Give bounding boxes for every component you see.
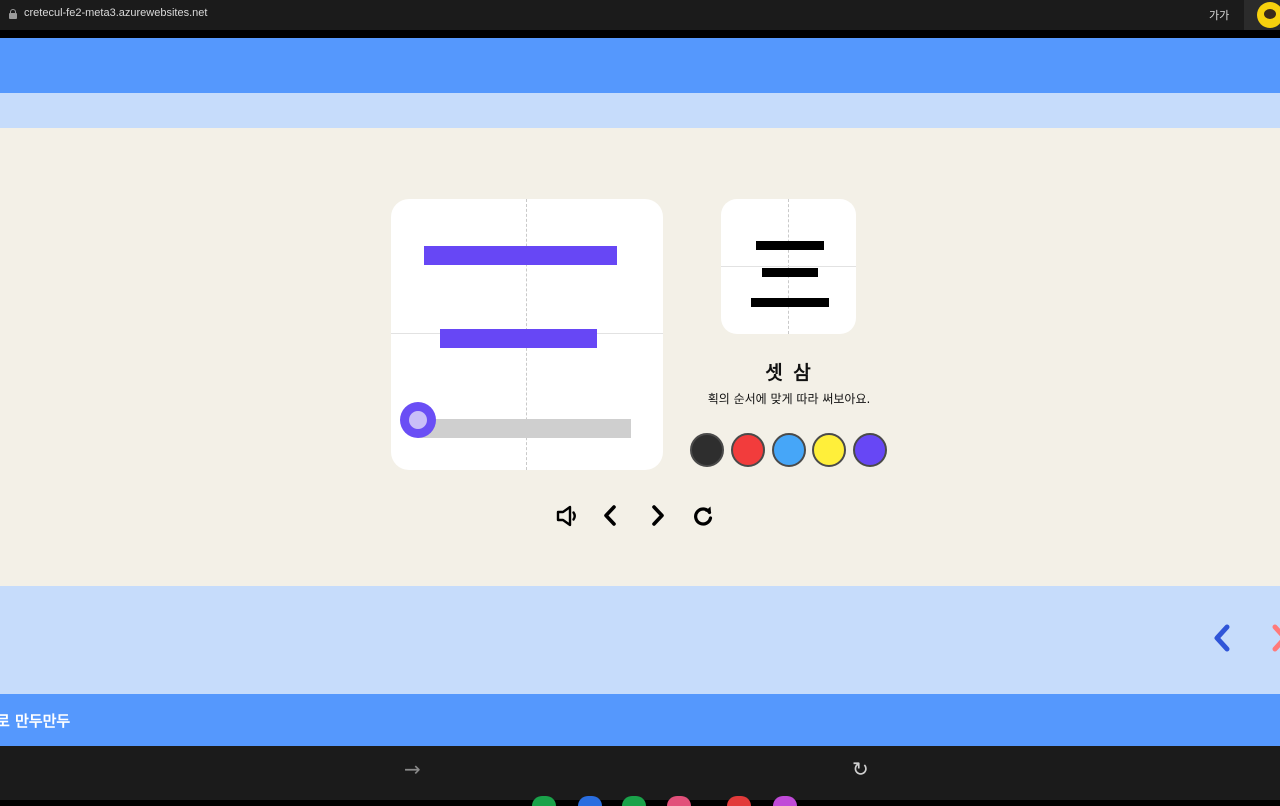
dock-app-icon[interactable] [667,796,691,806]
color-swatch-blue[interactable] [772,433,806,467]
color-swatch-yellow[interactable] [812,433,846,467]
stroke-3-guide[interactable] [418,419,631,438]
sound-icon[interactable] [555,503,581,529]
dock-app-icon[interactable] [532,796,556,806]
stroke-2-completed [440,329,597,348]
chevron-left-icon[interactable] [598,503,624,529]
character-meaning-reading: 셋 삼 [765,362,813,384]
app-subheader [0,93,1280,128]
page-next-arrow-icon[interactable] [1266,622,1280,654]
app-footer [0,694,1280,746]
writing-canvas[interactable] [391,199,663,470]
top-divider [0,30,1280,38]
refresh-icon[interactable] [690,503,716,529]
instruction-text: 획의 순서에 맞게 따라 써보아요. [707,392,871,406]
color-swatch-purple[interactable] [853,433,887,467]
model-stroke-2 [762,268,818,277]
chevron-right-icon[interactable] [645,503,671,529]
stroke-1-completed [424,246,617,265]
color-swatch-black[interactable] [690,433,724,467]
model-character-card [721,199,856,334]
lock-icon [9,9,17,19]
page-prev-arrow-icon[interactable] [1208,622,1236,654]
footer-title: 로 만두만두 [0,712,71,730]
chat-bubble-inner [1264,9,1276,19]
browser-refresh-icon[interactable]: ↻ [852,757,869,781]
browser-bottom-bar [0,746,1280,800]
dock-app-icon[interactable] [578,796,602,806]
color-swatch-red[interactable] [731,433,765,467]
model-stroke-3 [751,298,829,307]
dock-app-icon[interactable] [727,796,751,806]
app-header [0,38,1280,93]
forward-arrow-icon[interactable]: → [404,757,421,781]
address-bar-url[interactable]: cretecul-fe2-meta3.azurewebsites.net [24,7,207,19]
horizontal-guide-line [721,266,856,267]
dock-app-icon[interactable] [773,796,797,806]
stroke-start-handle-center [409,411,427,429]
navigation-band [0,586,1280,694]
dock-app-icon[interactable] [622,796,646,806]
text-size-button[interactable]: 가가 [1209,7,1229,23]
model-stroke-1 [756,241,824,250]
